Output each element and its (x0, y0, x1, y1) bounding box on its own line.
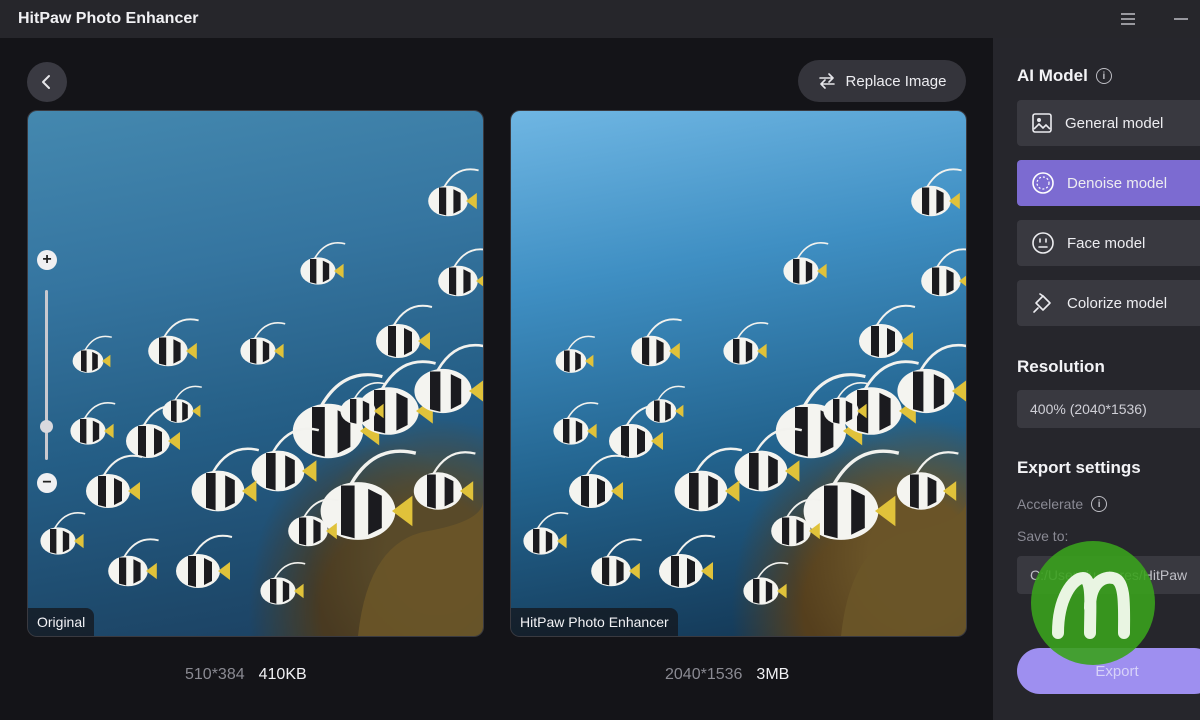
bannerfish-shape (413, 451, 476, 510)
info-icon[interactable]: i (1095, 68, 1112, 84)
zoom-slider-track[interactable] (45, 290, 48, 460)
bannerfish-shape (553, 402, 599, 445)
main-workspace: Replace Image Original HitPaw Photo Enha… (0, 38, 993, 720)
enhanced-label: HitPaw Photo Enhancer (511, 608, 678, 636)
bannerfish-shape (859, 304, 916, 358)
accelerate-row: Accelerate i (1017, 496, 1108, 512)
bannerfish-shape (86, 454, 143, 508)
bannerfish-shape (555, 335, 595, 373)
bannerfish-shape (72, 335, 112, 373)
fish-school-illustration (523, 168, 966, 636)
bannerfish-shape (631, 318, 682, 367)
bannerfish-shape (438, 248, 483, 297)
original-label: Original (28, 608, 95, 636)
bannerfish-shape (723, 322, 769, 365)
bannerfish-shape (523, 512, 569, 555)
ai-model-heading: AI Model i (1017, 66, 1112, 86)
bannerfish-shape (743, 562, 789, 605)
chevron-left-icon (42, 75, 50, 89)
swap-icon (818, 73, 835, 89)
bannerfish-shape (414, 344, 483, 414)
enhanced-info: 2040*1536 3MB (665, 666, 789, 684)
bannerfish-shape (191, 447, 260, 512)
menu-icon[interactable] (1117, 8, 1139, 30)
replace-image-label: Replace Image (845, 72, 947, 90)
accelerate-label: Accelerate (1017, 496, 1084, 512)
face-icon (1032, 232, 1054, 254)
bannerfish-shape (376, 304, 433, 358)
title-bar: HitPaw Photo Enhancer (0, 0, 1200, 38)
bannerfish-shape (148, 318, 199, 367)
enhanced-image-panel[interactable]: HitPaw Photo Enhancer (510, 110, 967, 637)
bannerfish-shape (659, 534, 716, 588)
bannerfish-shape (108, 538, 159, 587)
denoise-model-button[interactable]: Denoise model (1017, 160, 1200, 206)
zoom-out-button[interactable]: − (37, 473, 57, 493)
paint-bucket-icon (1033, 293, 1051, 313)
bannerfish-shape (428, 168, 479, 217)
resolution-heading: Resolution (1017, 357, 1105, 376)
bannerfish-shape (300, 242, 346, 285)
bannerfish-shape (260, 562, 306, 605)
export-settings-heading: Export settings (1017, 458, 1141, 477)
watermark-logo (1031, 541, 1155, 665)
enhanced-dimensions: 2040*1536 (665, 666, 743, 683)
original-image-panel[interactable]: Original (27, 110, 484, 637)
zoom-slider-thumb[interactable] (40, 420, 53, 433)
bannerfish-shape (569, 454, 626, 508)
zoom-in-button[interactable]: + (37, 250, 57, 270)
bannerfish-shape (70, 402, 116, 445)
denoise-model-label: Denoise model (1067, 174, 1168, 192)
bannerfish-shape (176, 534, 233, 588)
bannerfish-shape (162, 385, 202, 423)
minimize-icon[interactable] (1170, 8, 1192, 30)
bannerfish-shape (240, 322, 286, 365)
bannerfish-shape (897, 344, 966, 414)
bannerfish-shape (674, 447, 743, 512)
app-title: HitPaw Photo Enhancer (18, 10, 199, 27)
bannerfish-shape (645, 385, 685, 423)
general-model-button[interactable]: General model (1017, 100, 1200, 146)
denoise-icon (1032, 172, 1054, 194)
bannerfish-shape (40, 512, 86, 555)
bannerfish-shape (921, 248, 966, 297)
bannerfish-shape (591, 538, 642, 587)
face-model-label: Face model (1067, 234, 1146, 252)
image-icon (1032, 113, 1052, 133)
back-button[interactable] (27, 62, 67, 102)
fish-school-illustration (40, 168, 483, 636)
original-dimensions: 510*384 (185, 666, 245, 683)
original-info: 510*384 410KB (185, 666, 307, 684)
colorize-model-label: Colorize model (1067, 294, 1168, 312)
resolution-select[interactable]: 400% (2040*1536) (1017, 390, 1200, 428)
bannerfish-shape (896, 451, 959, 510)
colorize-model-button[interactable]: Colorize model (1017, 280, 1200, 326)
enhanced-file-size: 3MB (756, 666, 790, 683)
info-icon[interactable]: i (1091, 496, 1108, 512)
ai-model-title: AI Model (1017, 66, 1088, 85)
face-model-button[interactable]: Face model (1017, 220, 1200, 266)
original-file-size: 410KB (258, 666, 307, 683)
general-model-label: General model (1065, 114, 1164, 132)
bannerfish-shape (783, 242, 829, 285)
replace-image-button[interactable]: Replace Image (798, 60, 966, 102)
bannerfish-shape (911, 168, 962, 217)
